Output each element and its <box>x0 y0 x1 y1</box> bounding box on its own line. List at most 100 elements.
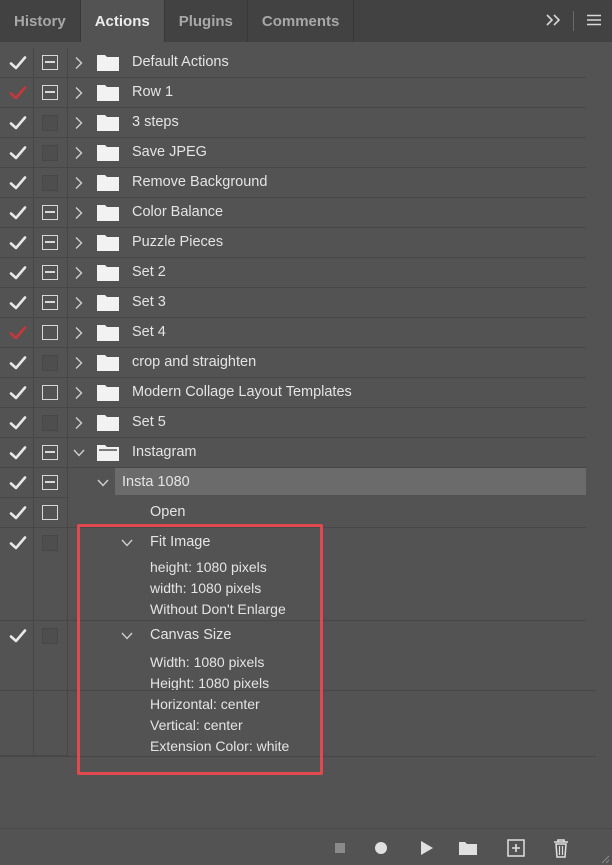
chevron-right-icon[interactable] <box>73 116 85 130</box>
chevron-right-icon[interactable] <box>73 56 85 70</box>
dialog-toggle-icon[interactable] <box>42 85 58 100</box>
action-set-label: Set 2 <box>132 264 166 280</box>
toggle-check-icon[interactable] <box>9 205 27 221</box>
action-set-label: Set 4 <box>132 324 166 340</box>
toggle-check-icon[interactable] <box>9 475 27 491</box>
action-set-row[interactable]: Set 4 <box>0 318 612 348</box>
action-set-row[interactable]: 3 steps <box>0 108 612 138</box>
dialog-toggle-empty[interactable] <box>42 175 58 191</box>
chevron-right-icon[interactable] <box>73 176 85 190</box>
chevron-right-icon[interactable] <box>73 146 85 160</box>
tabbar-divider <box>573 11 574 31</box>
toggle-check-icon[interactable] <box>9 115 27 131</box>
chevron-right-icon[interactable] <box>73 296 85 310</box>
chevron-down-icon[interactable] <box>73 446 85 460</box>
stop-icon[interactable] <box>329 837 351 859</box>
dialog-toggle-icon[interactable] <box>42 325 58 340</box>
action-set-row[interactable]: Instagram <box>0 438 612 468</box>
toggle-check-icon[interactable] <box>9 235 27 251</box>
dialog-toggle-icon[interactable] <box>42 265 58 280</box>
action-set-row[interactable]: Set 2 <box>0 258 612 288</box>
dialog-toggle-empty[interactable] <box>42 355 58 371</box>
tab-comments-label: Comments <box>261 12 340 30</box>
dialog-toggle-empty[interactable] <box>42 535 58 551</box>
toggle-check-icon[interactable] <box>9 175 27 191</box>
resize-grip-icon[interactable] <box>598 851 610 864</box>
new-action-icon[interactable] <box>505 837 527 859</box>
dialog-toggle-icon[interactable] <box>42 445 58 460</box>
dialog-toggle-icon[interactable] <box>42 385 58 400</box>
tab-plugins[interactable]: Plugins <box>165 0 248 42</box>
dialog-toggle-empty[interactable] <box>42 145 58 161</box>
action-set-row[interactable]: Set 3 <box>0 288 612 318</box>
chevron-right-icon[interactable] <box>73 236 85 250</box>
toggle-check-icon[interactable] <box>9 505 27 521</box>
action-set-row[interactable]: Default Actions <box>0 48 612 78</box>
chevron-right-icon[interactable] <box>73 416 85 430</box>
action-set-label: Set 3 <box>132 294 166 310</box>
action-set-row[interactable]: Color Balance <box>0 198 612 228</box>
dialog-toggle-empty[interactable] <box>42 115 58 131</box>
action-set-row[interactable]: Row 1 <box>0 78 612 108</box>
toggle-check-icon[interactable] <box>9 265 27 281</box>
toggle-check-icon[interactable] <box>9 415 27 431</box>
toggle-check-icon[interactable] <box>9 145 27 161</box>
action-row-insta-1080[interactable]: Insta 1080 <box>0 468 612 498</box>
tab-comments[interactable]: Comments <box>248 0 355 42</box>
toggle-check-icon[interactable] <box>9 535 27 551</box>
folder-icon <box>97 384 119 401</box>
chevron-down-icon[interactable] <box>97 476 109 490</box>
folder-icon <box>97 354 119 371</box>
chevron-right-icon[interactable] <box>73 356 85 370</box>
actions-bottom-toolbar <box>0 828 612 865</box>
menu-icon[interactable] <box>586 14 602 28</box>
tab-history[interactable]: History <box>0 0 81 42</box>
chevron-right-icon[interactable] <box>73 386 85 400</box>
partial-toggle-check-icon[interactable] <box>9 85 27 101</box>
partial-toggle-check-icon[interactable] <box>9 325 27 341</box>
panel-tab-bar: History Actions Plugins Comments <box>0 0 612 42</box>
action-set-row[interactable]: Save JPEG <box>0 138 612 168</box>
toggle-check-icon[interactable] <box>9 55 27 71</box>
action-set-label: Modern Collage Layout Templates <box>132 384 352 400</box>
chevron-right-icon[interactable] <box>73 206 85 220</box>
chevron-right-icon[interactable] <box>73 86 85 100</box>
action-set-row[interactable]: crop and straighten <box>0 348 612 378</box>
tab-history-label: History <box>14 12 66 30</box>
toggle-check-icon[interactable] <box>9 295 27 311</box>
new-set-folder-icon[interactable] <box>457 837 479 859</box>
action-set-row[interactable]: Modern Collage Layout Templates <box>0 378 612 408</box>
step-label: Open <box>150 504 186 520</box>
chevron-right-icon[interactable] <box>73 266 85 280</box>
highlight-annotation-box <box>77 524 323 775</box>
dialog-toggle-icon[interactable] <box>42 475 58 490</box>
dialog-toggle-empty[interactable] <box>42 415 58 431</box>
folder-icon <box>97 54 119 71</box>
folder-icon <box>97 84 119 101</box>
panel-menu-area <box>545 0 612 42</box>
action-set-label: Default Actions <box>132 54 229 70</box>
toggle-check-icon[interactable] <box>9 628 27 644</box>
dialog-toggle-empty[interactable] <box>42 628 58 644</box>
toggle-check-icon[interactable] <box>9 385 27 401</box>
delete-icon[interactable] <box>550 837 572 859</box>
dialog-toggle-icon[interactable] <box>42 295 58 310</box>
folder-icon <box>97 204 119 221</box>
toggle-check-icon[interactable] <box>9 355 27 371</box>
record-icon[interactable] <box>370 837 392 859</box>
play-icon[interactable] <box>415 837 437 859</box>
expand-icon[interactable] <box>545 14 561 28</box>
chevron-right-icon[interactable] <box>73 326 85 340</box>
tab-actions[interactable]: Actions <box>80 0 165 42</box>
dialog-toggle-icon[interactable] <box>42 205 58 220</box>
action-set-row[interactable]: Remove Background <box>0 168 612 198</box>
dialog-toggle-icon[interactable] <box>42 55 58 70</box>
folder-icon <box>97 174 119 191</box>
dialog-toggle-icon[interactable] <box>42 505 58 520</box>
action-set-row[interactable]: Set 5 <box>0 408 612 438</box>
toggle-check-icon[interactable] <box>9 445 27 461</box>
action-set-label: Color Balance <box>132 204 224 220</box>
dialog-toggle-icon[interactable] <box>42 235 58 250</box>
folder-icon <box>97 234 119 251</box>
action-set-row[interactable]: Puzzle Pieces <box>0 228 612 258</box>
